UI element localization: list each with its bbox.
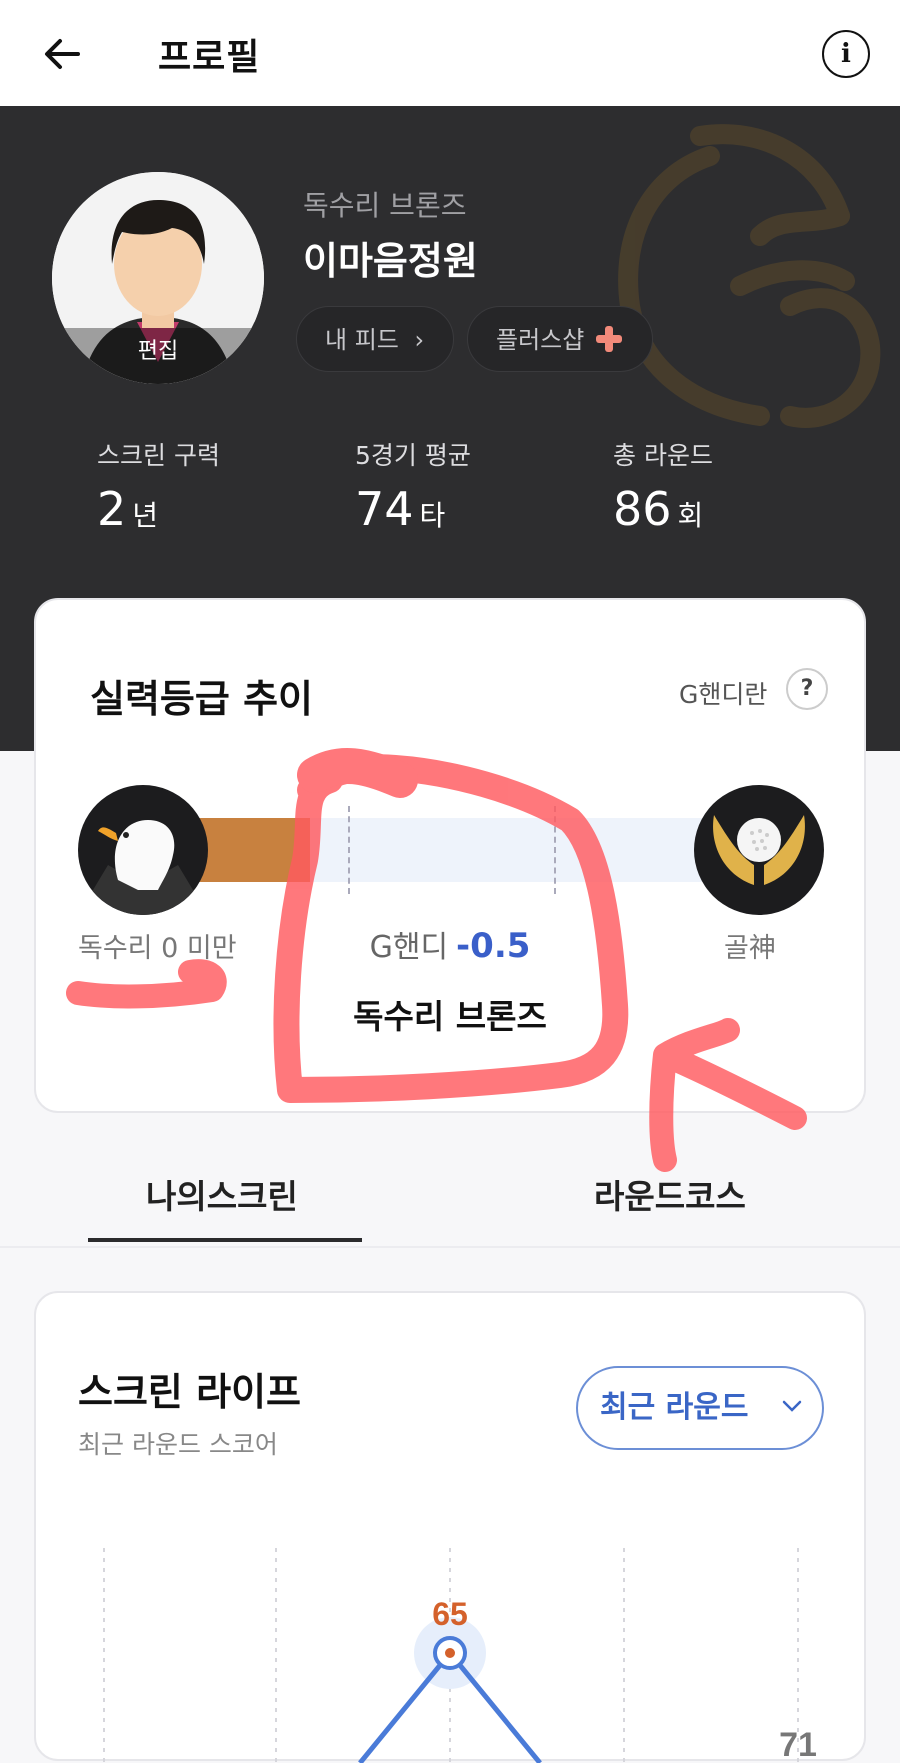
stat-unit: 타 xyxy=(419,499,446,532)
avatar-edit-label[interactable]: 편집 xyxy=(52,328,264,384)
help-question-icon[interactable]: ? xyxy=(786,668,828,710)
recent-round-dropdown[interactable]: 최근 라운드 xyxy=(576,1366,824,1450)
tab-my-screen[interactable]: 나의스크린 xyxy=(146,1170,298,1218)
arrow-left-icon[interactable] xyxy=(38,30,86,78)
chevron-down-icon xyxy=(782,1400,802,1412)
g-handi-help-link[interactable]: G핸디란 xyxy=(679,675,767,711)
stat-value: 2 xyxy=(97,482,127,536)
eagle-grade-icon xyxy=(78,785,208,915)
nickname: 이마음정원 xyxy=(303,239,478,283)
progress-divider xyxy=(554,806,556,894)
info-icon[interactable]: i xyxy=(822,30,870,78)
chevron-right-icon: › xyxy=(414,326,425,354)
my-feed-button[interactable]: 내 피드 › xyxy=(296,306,454,372)
g-handi-value: -0.5 xyxy=(456,926,531,966)
data-label: 65 xyxy=(432,1596,468,1632)
plus-shop-button[interactable]: 플러스샵 xyxy=(467,306,653,372)
stat-total-rounds: 총 라운드 86 회 xyxy=(613,436,713,536)
avatar[interactable]: 편집 xyxy=(52,172,264,384)
g-handi-label: G핸디 xyxy=(369,930,449,965)
golf-god-grade-icon xyxy=(694,785,824,915)
data-label: 71 xyxy=(779,1726,817,1763)
grade-progress-fill xyxy=(196,818,310,882)
stat-value: 74 xyxy=(355,482,414,536)
page-title: 프로필 xyxy=(158,37,261,78)
screen-life-card: 65 71 스크린 라이프 최근 라운드 스코어 최근 라운드 xyxy=(34,1291,866,1763)
stat-label: 스크린 구력 xyxy=(97,441,220,470)
stat-5game-average: 5경기 평균 74 타 xyxy=(355,436,471,536)
active-tab-indicator xyxy=(88,1238,362,1242)
eagle-watermark-icon xyxy=(618,124,881,428)
app-bar: 프로필 i xyxy=(0,0,900,106)
stat-screen-career: 스크린 구력 2년 xyxy=(97,436,220,536)
tab-bar: 나의스크린 라운드코스 xyxy=(0,1150,900,1248)
progress-divider xyxy=(348,806,350,894)
data-point-center xyxy=(445,1648,455,1658)
stat-label: 총 라운드 xyxy=(613,441,713,470)
dropdown-label: 최근 라운드 xyxy=(600,1390,749,1425)
stat-unit: 회 xyxy=(677,499,704,532)
stat-label: 5경기 평균 xyxy=(355,441,471,470)
plus-shop-label: 플러스샵 xyxy=(496,326,585,354)
current-grade: 독수리 브론즈 xyxy=(353,997,547,1036)
grade-name: 독수리 브론즈 xyxy=(303,189,467,222)
skill-grade-title: 실력등급 추이 xyxy=(90,677,313,721)
stat-value: 86 xyxy=(613,482,672,536)
skill-grade-card: 실력등급 추이 G핸디란 ? 독수리 0 미만 골神 G핸디 -0.5 독수리 브… xyxy=(34,598,866,1113)
screen-life-title: 스크린 라이프 xyxy=(78,1370,301,1414)
screen-life-subtitle: 최근 라운드 스코어 xyxy=(78,1430,278,1459)
my-feed-label: 내 피드 xyxy=(325,326,399,354)
g-handi-display: G핸디 -0.5 xyxy=(36,922,864,966)
stat-unit: 년 xyxy=(132,499,159,532)
plus-icon xyxy=(595,326,622,352)
tab-round-course[interactable]: 라운드코스 xyxy=(594,1170,746,1218)
